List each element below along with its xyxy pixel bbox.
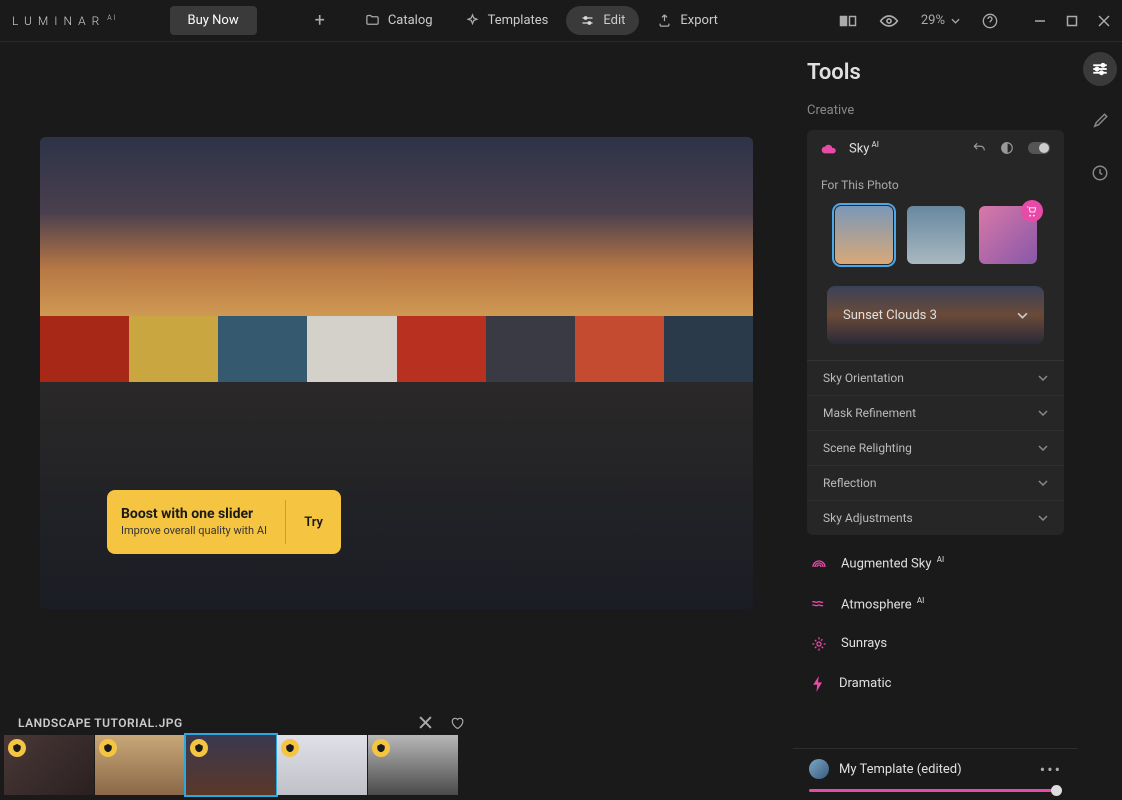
rail-history-button[interactable]	[1083, 156, 1117, 190]
nav-export-label: Export	[680, 13, 718, 28]
tool-augmented-sky[interactable]: Augmented Sky AI	[807, 543, 1064, 583]
app-logo: LUMINARAI	[12, 14, 118, 28]
tool-sunrays-label: Sunrays	[841, 636, 1060, 651]
cart-badge[interactable]	[1021, 200, 1043, 222]
sky-toggle[interactable]	[1028, 142, 1050, 154]
chevron-down-icon	[1038, 375, 1048, 381]
nav-edit[interactable]: Edit	[566, 6, 639, 35]
nav-templates-label: Templates	[488, 13, 549, 28]
nav-export[interactable]: Export	[643, 6, 732, 35]
acc-scene-relighting[interactable]: Scene Relighting	[807, 431, 1064, 466]
adjust-icon	[1091, 62, 1109, 76]
sky-thumb-1[interactable]	[835, 206, 893, 264]
undo-icon[interactable]	[972, 141, 986, 155]
sliders-icon	[580, 13, 595, 28]
brush-icon	[1091, 112, 1109, 130]
chevron-down-icon	[1017, 312, 1028, 319]
filename-label: LANDSCAPE TUTORIAL.JPG	[18, 716, 183, 730]
tool-atmosphere[interactable]: Atmosphere AI	[807, 584, 1064, 624]
section-creative: Creative	[807, 103, 1064, 118]
zoom-control[interactable]: 29%	[921, 13, 960, 28]
chevron-down-icon	[1038, 410, 1048, 416]
template-avatar	[809, 759, 829, 779]
sky-preset-select[interactable]: Sunset Clouds 3	[827, 286, 1044, 344]
rainbow-icon	[811, 557, 827, 569]
sparkle-icon	[465, 13, 480, 28]
template-name: My Template (edited)	[839, 762, 1030, 777]
thumb-5[interactable]	[368, 735, 458, 795]
chevron-down-icon	[1038, 515, 1048, 521]
for-this-photo-label: For This Photo	[821, 178, 1050, 192]
main-photo[interactable]: Boost with one slider Improve overall qu…	[40, 137, 753, 609]
chevron-down-icon	[1038, 480, 1048, 486]
tool-atmosphere-label: Atmosphere AI	[841, 596, 1060, 612]
nav-catalog[interactable]: Catalog	[351, 6, 447, 35]
compare-icon[interactable]	[839, 14, 857, 28]
cloud-icon	[821, 142, 837, 154]
sunrays-icon	[811, 636, 827, 652]
sky-thumb-3[interactable]	[979, 206, 1037, 264]
rail-brush-button[interactable]	[1083, 104, 1117, 138]
thumb-1[interactable]	[4, 735, 94, 795]
topbar-right: 29%	[839, 13, 1110, 29]
topbar: LUMINARAI Buy Now + Catalog Templates Ed…	[0, 0, 1122, 42]
mask-icon[interactable]	[1000, 141, 1014, 155]
chevron-down-icon	[951, 18, 960, 24]
acc-sky-orientation[interactable]: Sky Orientation	[807, 361, 1064, 396]
sky-tool-name: SkyAI	[849, 140, 960, 156]
help-icon[interactable]	[982, 13, 998, 29]
favorite-icon[interactable]	[450, 716, 464, 730]
tool-augmented-label: Augmented Sky AI	[841, 555, 1060, 571]
tool-sunrays[interactable]: Sunrays	[807, 624, 1064, 664]
history-icon	[1091, 164, 1109, 182]
boost-card: Boost with one slider Improve overall qu…	[107, 490, 341, 554]
acc-reflection[interactable]: Reflection	[807, 466, 1064, 501]
waves-icon	[811, 598, 827, 610]
nav-catalog-label: Catalog	[388, 13, 433, 28]
tool-dramatic-label: Dramatic	[839, 676, 1060, 691]
boost-subtitle: Improve overall quality with AI	[121, 524, 275, 538]
close-icon[interactable]	[1098, 15, 1110, 27]
right-rail	[1078, 42, 1122, 800]
sky-preset-label: Sunset Clouds 3	[843, 308, 1017, 323]
folder-icon	[365, 13, 380, 28]
buy-now-button[interactable]: Buy Now	[170, 6, 257, 35]
thumb-2[interactable]	[95, 735, 185, 795]
template-menu-button[interactable]: •••	[1040, 760, 1062, 779]
acc-sky-adjustments[interactable]: Sky Adjustments	[807, 501, 1064, 535]
bolt-icon	[811, 676, 825, 692]
filename-bar: LANDSCAPE TUTORIAL.JPG	[18, 716, 793, 730]
nav-templates[interactable]: Templates	[451, 6, 563, 35]
thumb-3[interactable]	[186, 735, 276, 795]
boost-try-button[interactable]: Try	[286, 515, 341, 530]
export-icon	[657, 13, 672, 28]
reject-icon[interactable]	[419, 716, 432, 729]
acc-mask-refinement[interactable]: Mask Refinement	[807, 396, 1064, 431]
chevron-down-icon	[1038, 445, 1048, 451]
panel-title: Tools	[807, 60, 1064, 85]
maximize-icon[interactable]	[1066, 15, 1078, 27]
sky-thumb-2[interactable]	[907, 206, 965, 264]
boost-title: Boost with one slider	[121, 506, 275, 522]
minimize-icon[interactable]	[1034, 15, 1046, 27]
canvas-area: Boost with one slider Improve overall qu…	[0, 42, 793, 800]
nav-edit-label: Edit	[603, 13, 625, 28]
sky-tool-header[interactable]: SkyAI	[807, 130, 1064, 166]
template-slider[interactable]	[809, 789, 1062, 792]
rail-adjust-button[interactable]	[1083, 52, 1117, 86]
thumb-4[interactable]	[277, 735, 367, 795]
filmstrip	[4, 735, 458, 795]
add-button[interactable]: +	[309, 10, 331, 31]
sky-tool-card: SkyAI For This Photo Sunset Cloud	[807, 130, 1064, 535]
tool-dramatic[interactable]: Dramatic	[807, 664, 1064, 704]
main-nav: + Catalog Templates Edit Export	[309, 6, 732, 35]
template-bar: My Template (edited) •••	[793, 748, 1078, 800]
tools-panel: Tools Creative SkyAI For This Photo	[793, 42, 1078, 800]
preview-icon[interactable]	[879, 14, 899, 28]
